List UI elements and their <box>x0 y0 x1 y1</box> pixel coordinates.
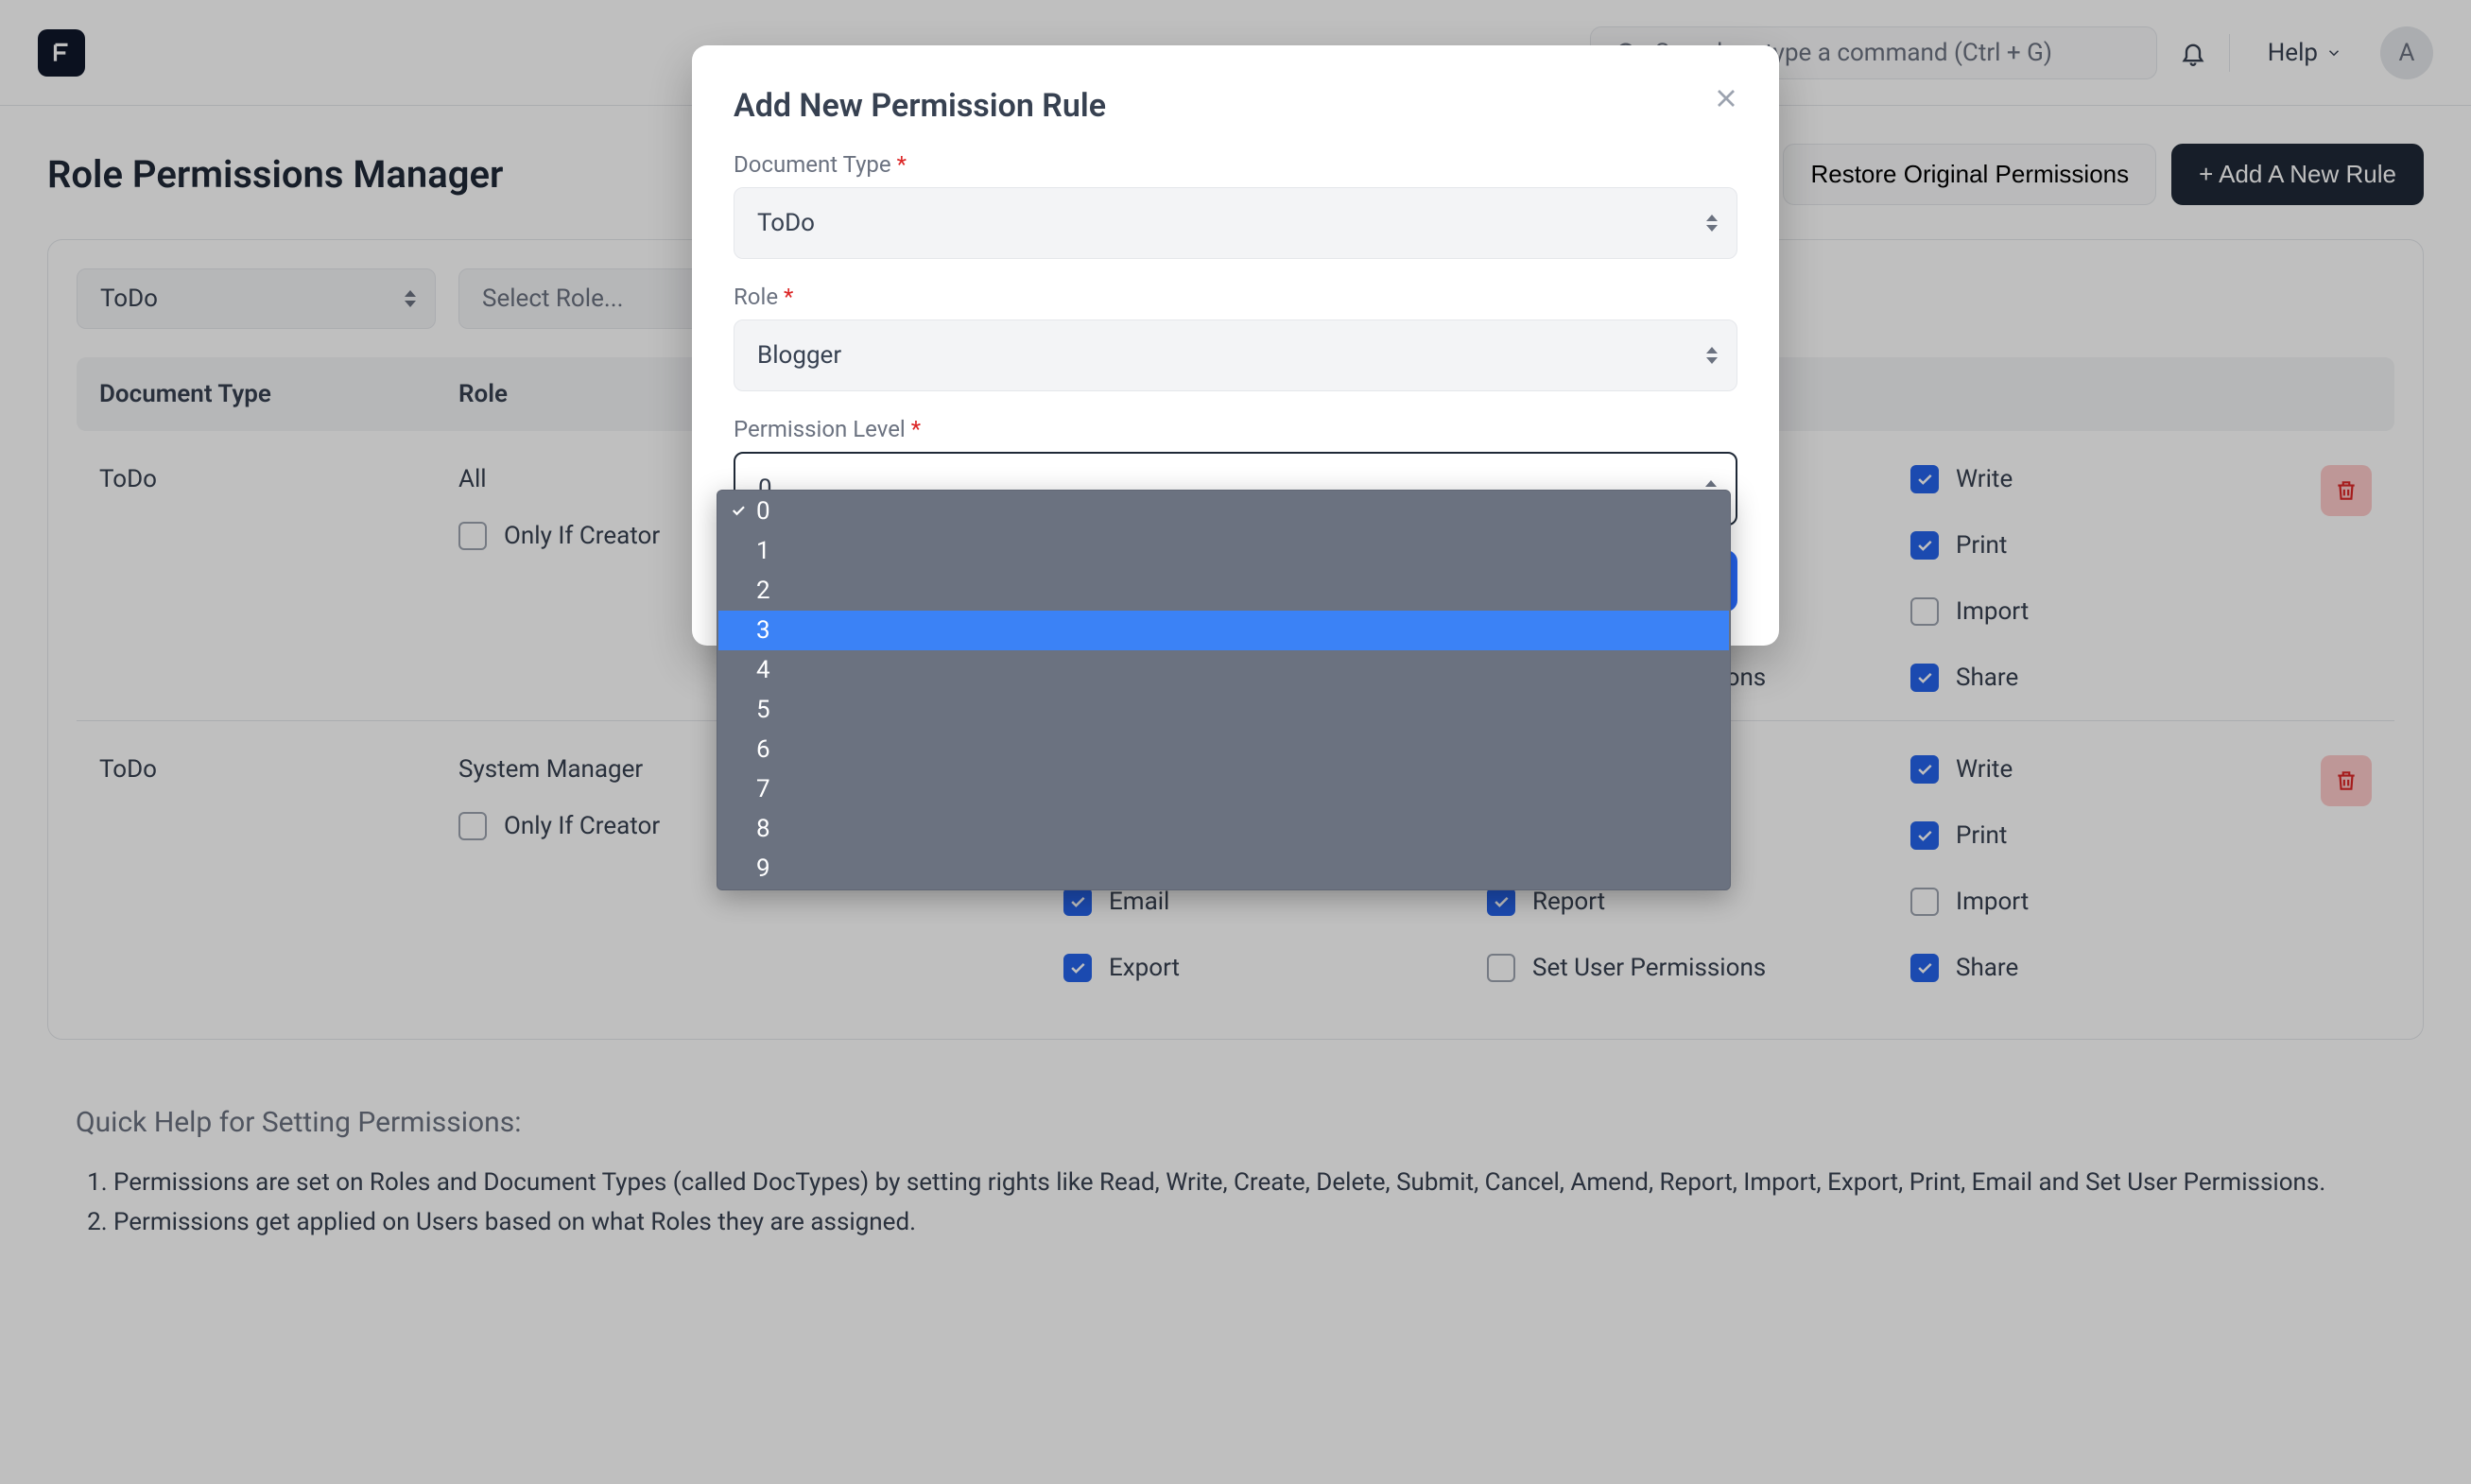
modal-title: Add New Permission Rule <box>734 87 1737 125</box>
role-field: Role * Blogger <box>734 284 1737 391</box>
level-option-3[interactable]: 3 <box>718 611 1729 650</box>
select-arrows-icon <box>1706 215 1718 232</box>
level-dropdown[interactable]: 0123456789 <box>717 490 1731 890</box>
modal-close-button[interactable] <box>1711 83 1741 120</box>
close-icon <box>1711 83 1741 113</box>
select-arrows-icon <box>1706 347 1718 364</box>
level-option-6[interactable]: 6 <box>718 730 1729 769</box>
doctype-select[interactable]: ToDo <box>734 187 1737 259</box>
role-select[interactable]: Blogger <box>734 319 1737 391</box>
doctype-field-label: Document Type * <box>734 151 1737 178</box>
level-option-9[interactable]: 9 <box>718 849 1729 889</box>
modal-overlay: Add New Permission Rule Document Type * … <box>0 0 2471 1484</box>
role-field-label: Role * <box>734 284 1737 310</box>
level-option-1[interactable]: 1 <box>718 531 1729 571</box>
level-option-0[interactable]: 0 <box>718 492 1729 531</box>
role-select-value: Blogger <box>757 341 841 370</box>
level-option-2[interactable]: 2 <box>718 571 1729 611</box>
check-icon <box>730 497 747 526</box>
doctype-select-value: ToDo <box>757 209 815 237</box>
level-option-4[interactable]: 4 <box>718 650 1729 690</box>
level-option-8[interactable]: 8 <box>718 809 1729 849</box>
level-option-7[interactable]: 7 <box>718 769 1729 809</box>
level-option-5[interactable]: 5 <box>718 690 1729 730</box>
level-field-label: Permission Level * <box>734 416 1737 442</box>
doctype-field: Document Type * ToDo <box>734 151 1737 259</box>
